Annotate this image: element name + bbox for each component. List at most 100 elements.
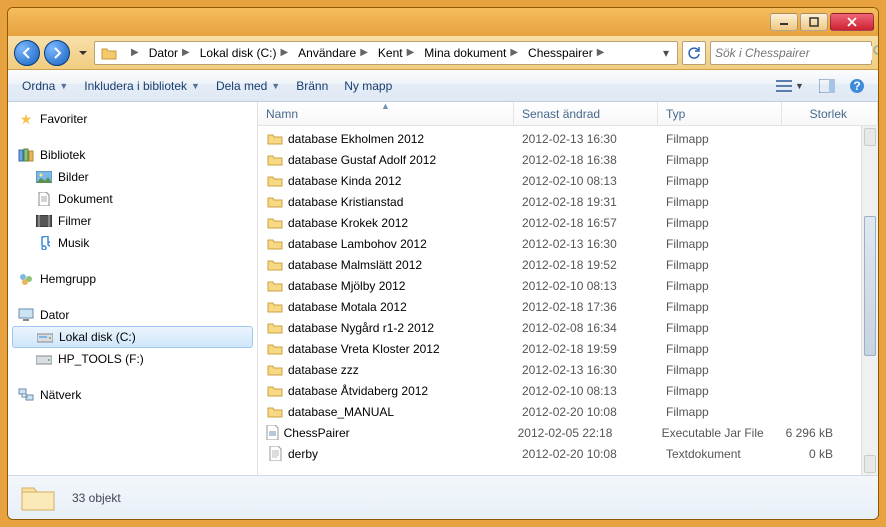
file-row[interactable]: ChessPairer2012-02-05 22:18Executable Ja… (258, 422, 861, 443)
folder-icon (266, 362, 284, 378)
scrollbar[interactable] (861, 126, 878, 475)
file-name: database Ekholmen 2012 (288, 132, 522, 146)
file-type: Filmapp (666, 300, 790, 314)
file-row[interactable]: database Vreta Kloster 20122012-02-18 19… (258, 338, 861, 359)
folder-icon (266, 131, 284, 147)
file-icon (266, 425, 280, 441)
file-type: Filmapp (666, 384, 790, 398)
include-in-library-menu[interactable]: Inkludera i bibliotek▼ (78, 75, 206, 97)
history-dropdown[interactable] (76, 43, 90, 63)
file-row[interactable]: database Åtvidaberg 20122012-02-10 08:13… (258, 380, 861, 401)
share-with-menu[interactable]: Dela med▼ (210, 75, 286, 97)
file-name: database Mjölby 2012 (288, 279, 522, 293)
navigation-bar: ▶ Dator▶ Lokal disk (C:)▶ Användare▶ Ken… (8, 36, 878, 70)
forward-button[interactable] (44, 40, 70, 66)
file-name: database Motala 2012 (288, 300, 522, 314)
breadcrumb-item[interactable]: Mina dokument▶ (418, 42, 522, 64)
file-type: Filmapp (666, 321, 790, 335)
minimize-button[interactable] (770, 13, 798, 31)
content-area: ★Favoriter Bibliotek Bilder Dokument Fil… (8, 102, 878, 475)
burn-button[interactable]: Bränn (290, 75, 334, 97)
pictures-icon (36, 169, 52, 185)
file-name: database Kristianstad (288, 195, 522, 209)
file-row[interactable]: database_MANUAL2012-02-20 10:08Filmapp (258, 401, 861, 422)
folder-icon (266, 152, 284, 168)
file-modified: 2012-02-13 16:30 (522, 363, 666, 377)
file-type: Filmapp (666, 405, 790, 419)
file-row[interactable]: database Nygård r1-2 20122012-02-08 16:3… (258, 317, 861, 338)
details-pane: 33 objekt (8, 475, 878, 519)
folder-icon (266, 320, 284, 336)
file-row[interactable]: database Malmslätt 20122012-02-18 19:52F… (258, 254, 861, 275)
breadcrumb-item[interactable]: Dator▶ (143, 42, 194, 64)
file-modified: 2012-02-18 16:38 (522, 153, 666, 167)
file-row[interactable]: database zzz2012-02-13 16:30Filmapp (258, 359, 861, 380)
music-icon (36, 235, 52, 251)
address-bar[interactable]: ▶ Dator▶ Lokal disk (C:)▶ Användare▶ Ken… (94, 41, 678, 65)
file-modified: 2012-02-10 08:13 (522, 384, 666, 398)
folder-icon (266, 299, 284, 315)
file-name: database Vreta Kloster 2012 (288, 342, 522, 356)
folder-icon (266, 278, 284, 294)
file-list[interactable]: database Ekholmen 20122012-02-13 16:30Fi… (258, 126, 861, 475)
sidebar-pictures[interactable]: Bilder (8, 166, 257, 188)
file-type: Filmapp (666, 279, 790, 293)
sidebar-music[interactable]: Musik (8, 232, 257, 254)
libraries-group[interactable]: Bibliotek (8, 144, 257, 166)
file-row[interactable]: database Kinda 20122012-02-10 08:13Filma… (258, 170, 861, 191)
help-button[interactable]: ? (844, 74, 870, 98)
back-button[interactable] (14, 40, 40, 66)
file-modified: 2012-02-10 08:13 (522, 174, 666, 188)
file-type: Textdokument (666, 447, 790, 461)
file-type: Filmapp (666, 237, 790, 251)
change-view-button[interactable]: ▼ (770, 74, 810, 98)
new-folder-button[interactable]: Ny mapp (338, 75, 398, 97)
file-row[interactable]: database Gustaf Adolf 20122012-02-18 16:… (258, 149, 861, 170)
file-type: Filmapp (666, 195, 790, 209)
maximize-button[interactable] (800, 13, 828, 31)
organize-menu[interactable]: Ordna▼ (16, 75, 74, 97)
breadcrumb-item[interactable]: Användare▶ (292, 42, 372, 64)
preview-pane-button[interactable] (814, 74, 840, 98)
sidebar-hp-tools[interactable]: HP_TOOLS (F:) (8, 348, 257, 370)
column-size[interactable]: Storlek (782, 102, 878, 125)
file-modified: 2012-02-18 17:36 (522, 300, 666, 314)
file-row[interactable]: database Krokek 20122012-02-18 16:57Film… (258, 212, 861, 233)
sort-indicator-icon: ▲ (381, 102, 390, 111)
command-bar: Ordna▼ Inkludera i bibliotek▼ Dela med▼ … (8, 70, 878, 102)
network-group[interactable]: Nätverk (8, 384, 257, 406)
search-icon[interactable] (872, 44, 879, 61)
file-name: derby (288, 447, 522, 461)
computer-group[interactable]: Dator (8, 304, 257, 326)
folder-icon (266, 236, 284, 252)
file-row[interactable]: derby2012-02-20 10:08Textdokument0 kB (258, 443, 861, 464)
file-row[interactable]: database Mjölby 20122012-02-10 08:13Film… (258, 275, 861, 296)
homegroup[interactable]: Hemgrupp (8, 268, 257, 290)
file-type: Executable Jar File (662, 426, 786, 440)
breadcrumb-item[interactable]: Chesspairer▶ (522, 42, 608, 64)
breadcrumb-item[interactable]: Lokal disk (C:)▶ (194, 42, 292, 64)
file-row[interactable]: database Ekholmen 20122012-02-13 16:30Fi… (258, 128, 861, 149)
title-bar (8, 8, 878, 36)
file-row[interactable]: database Kristianstad2012-02-18 19:31Fil… (258, 191, 861, 212)
sidebar-documents[interactable]: Dokument (8, 188, 257, 210)
breadcrumb-item[interactable]: ▶ (121, 42, 143, 64)
search-input[interactable] (715, 46, 872, 60)
refresh-button[interactable] (682, 41, 706, 65)
file-name: database Kinda 2012 (288, 174, 522, 188)
column-name[interactable]: Namn▲ (258, 102, 514, 125)
breadcrumb-item[interactable]: Kent▶ (372, 42, 418, 64)
file-type: Filmapp (666, 153, 790, 167)
address-dropdown[interactable]: ▾ (657, 46, 675, 60)
favorites-group[interactable]: ★Favoriter (8, 108, 257, 130)
search-box[interactable] (710, 41, 872, 65)
file-name: database Malmslätt 2012 (288, 258, 522, 272)
close-button[interactable] (830, 13, 874, 31)
scrollbar-thumb[interactable] (864, 216, 876, 356)
column-type[interactable]: Typ (658, 102, 782, 125)
sidebar-videos[interactable]: Filmer (8, 210, 257, 232)
column-modified[interactable]: Senast ändrad (514, 102, 658, 125)
file-row[interactable]: database Motala 20122012-02-18 17:36Film… (258, 296, 861, 317)
file-row[interactable]: database Lambohov 20122012-02-13 16:30Fi… (258, 233, 861, 254)
sidebar-local-disk[interactable]: Lokal disk (C:) (12, 326, 253, 348)
